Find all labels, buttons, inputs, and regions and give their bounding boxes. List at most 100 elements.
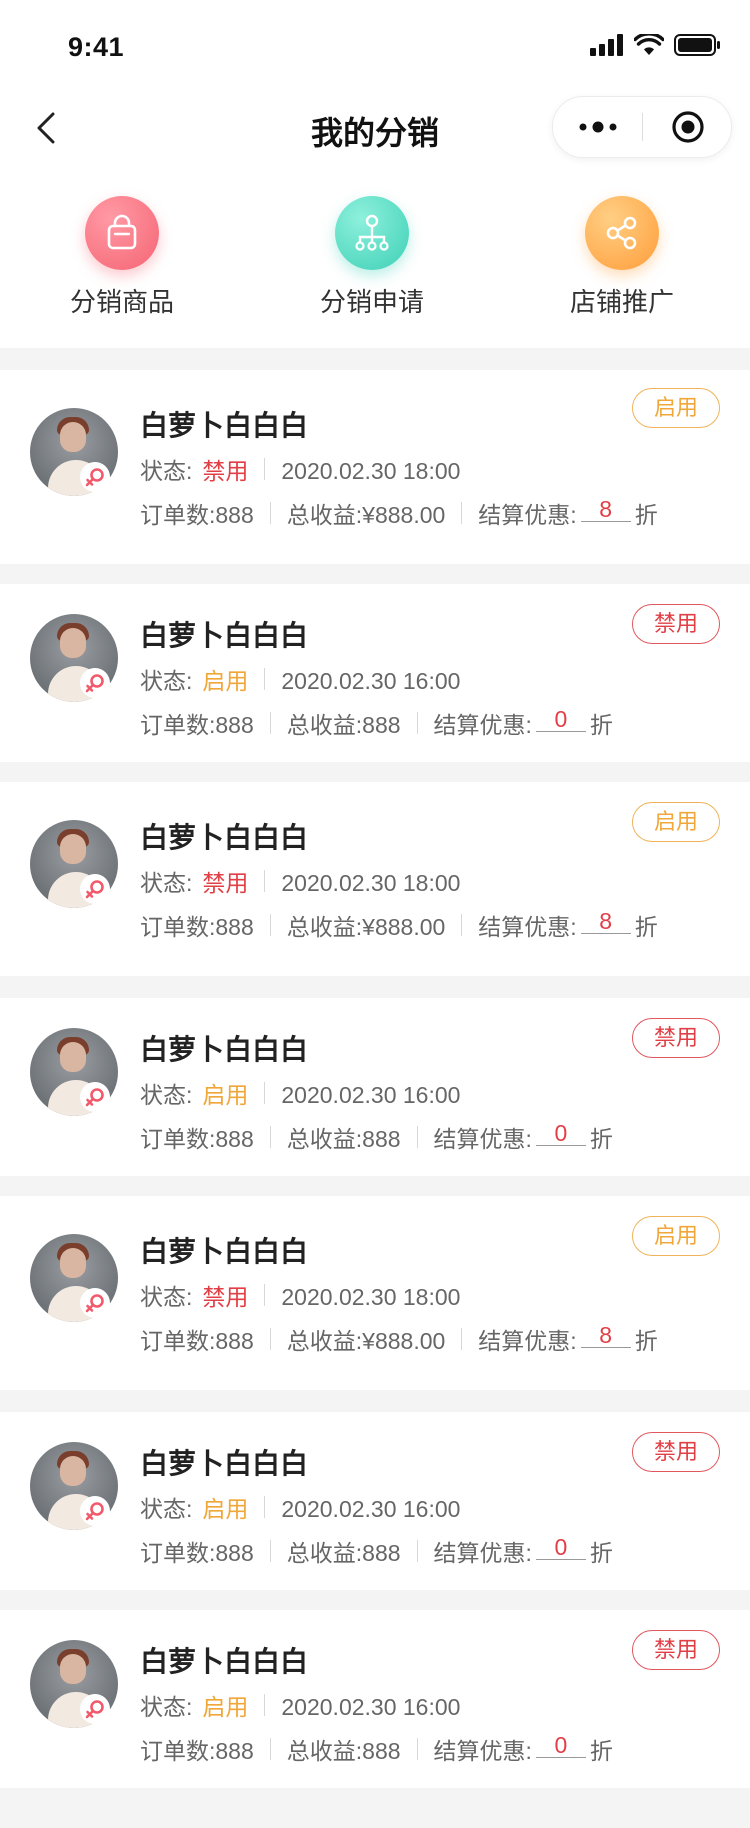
distributor-name: 白萝卜白白白 (140, 620, 309, 651)
avatar-head (60, 1456, 86, 1486)
status-icons (590, 32, 720, 61)
total-revenue: 总收益:888 (286, 1738, 401, 1764)
avatar-head (60, 1042, 86, 1072)
status-row: 状态: 禁用 2020.02.30 18:00 (140, 452, 460, 486)
discount-value[interactable]: 8 (580, 1323, 631, 1348)
disable-button[interactable]: 禁用 (632, 1630, 720, 1670)
disable-button[interactable]: 禁用 (632, 604, 720, 644)
order-count: 订单数:888 (140, 1126, 254, 1152)
enable-button[interactable]: 启用 (632, 1216, 720, 1256)
disable-button[interactable]: 禁用 (632, 1018, 720, 1058)
discount-unit: 折 (589, 712, 613, 738)
status-row: 状态: 启用 2020.02.30 16:00 (140, 1076, 460, 1110)
stats-row: 订单数:888 总收益:¥888.00 结算优惠: 8 折 (140, 908, 658, 942)
battery-icon (674, 34, 720, 61)
datetime: 2020.02.30 18:00 (281, 458, 461, 484)
avatar-head (60, 834, 86, 864)
female-icon (80, 668, 110, 698)
distributor-name: 白萝卜白白白 (140, 1646, 309, 1677)
distributor-name: 白萝卜白白白 (140, 410, 309, 441)
distributor-card: 白萝卜白白白 状态: 禁用 2020.02.30 18:00 订单数:888 总… (0, 1196, 750, 1390)
divider (269, 1738, 271, 1760)
quick-entry-label: 分销商品 (69, 287, 174, 317)
status-time: 9:41 (68, 32, 125, 62)
datetime: 2020.02.30 18:00 (281, 1284, 461, 1310)
status-label: 状态: (140, 668, 193, 694)
avatar-head (60, 1248, 86, 1278)
status-label: 状态: (140, 1496, 193, 1522)
datetime: 2020.02.30 16:00 (281, 668, 461, 694)
status-value: 启用 (202, 1496, 249, 1522)
divider (416, 712, 418, 734)
divider (269, 712, 271, 734)
close-mini-program-button[interactable] (643, 97, 732, 157)
discount-unit: 折 (634, 502, 658, 528)
enable-button[interactable]: 启用 (632, 388, 720, 428)
order-count: 订单数:888 (140, 1328, 254, 1354)
distributor-card: 白萝卜白白白 状态: 启用 2020.02.30 16:00 订单数:888 总… (0, 584, 750, 762)
status-label: 状态: (140, 458, 193, 484)
status-value: 禁用 (202, 1284, 249, 1310)
status-row: 状态: 启用 2020.02.30 16:00 (140, 1490, 460, 1524)
status-value: 禁用 (202, 458, 249, 484)
settlement-label: 结算优惠: (433, 1738, 532, 1764)
avatar-head (60, 1654, 86, 1684)
divider (264, 1284, 266, 1306)
distributor-name: 白萝卜白白白 (140, 1236, 309, 1267)
female-icon (80, 1288, 110, 1318)
discount-unit: 折 (589, 1540, 613, 1566)
status-label: 状态: (140, 1284, 193, 1310)
quick-entry-distribution-application[interactable]: 分销申请 (292, 196, 452, 319)
discount-value[interactable]: 0 (535, 707, 586, 732)
quick-entry-shop-promotion[interactable]: 店铺推广 (542, 196, 702, 319)
divider (269, 1126, 271, 1148)
divider (416, 1126, 418, 1148)
discount-value[interactable]: 0 (535, 1121, 586, 1146)
hierarchy-icon (335, 196, 409, 270)
settlement-label: 结算优惠: (433, 712, 532, 738)
female-icon (80, 1694, 110, 1724)
discount-unit: 折 (634, 1328, 658, 1354)
settlement-label: 结算优惠: (478, 502, 577, 528)
distributor-card: 白萝卜白白白 状态: 启用 2020.02.30 16:00 订单数:888 总… (0, 998, 750, 1176)
total-revenue: 总收益:¥888.00 (286, 914, 446, 940)
order-count: 订单数:888 (140, 914, 254, 940)
status-label: 状态: (140, 1694, 193, 1720)
status-bar: 9:41 (0, 0, 750, 96)
discount-value[interactable]: 0 (535, 1733, 586, 1758)
discount-value[interactable]: 0 (535, 1535, 586, 1560)
enable-button[interactable]: 启用 (632, 802, 720, 842)
status-value: 启用 (202, 668, 249, 694)
discount-value[interactable]: 8 (580, 497, 631, 522)
discount-unit: 折 (589, 1126, 613, 1152)
divider (461, 914, 463, 936)
female-icon (80, 1082, 110, 1112)
settlement-label: 结算优惠: (478, 914, 577, 940)
stats-row: 订单数:888 总收益:888 结算优惠: 0 折 (140, 1120, 613, 1154)
signal-icon (590, 34, 624, 61)
discount-value[interactable]: 8 (580, 909, 631, 934)
datetime: 2020.02.30 16:00 (281, 1694, 461, 1720)
disable-button[interactable]: 禁用 (632, 1432, 720, 1472)
divider (264, 870, 266, 892)
stats-row: 订单数:888 总收益:888 结算优惠: 0 折 (140, 1732, 613, 1766)
share-icon (585, 196, 659, 270)
shopping-bag-icon (85, 196, 159, 270)
stats-row: 订单数:888 总收益:¥888.00 结算优惠: 8 折 (140, 1322, 658, 1356)
stats-row: 订单数:888 总收益:888 结算优惠: 0 折 (140, 1534, 613, 1568)
more-button[interactable] (553, 97, 642, 157)
divider (264, 1496, 266, 1518)
quick-entry-distribution-products[interactable]: 分销商品 (42, 196, 202, 319)
total-revenue: 总收益:¥888.00 (286, 1328, 446, 1354)
distributor-name: 白萝卜白白白 (140, 822, 309, 853)
quick-entry-label: 分销申请 (319, 287, 424, 317)
distributor-name: 白萝卜白白白 (140, 1034, 309, 1065)
distributor-name: 白萝卜白白白 (140, 1448, 309, 1479)
status-value: 禁用 (202, 870, 249, 896)
mini-program-capsule (552, 96, 732, 158)
divider (264, 458, 266, 480)
datetime: 2020.02.30 16:00 (281, 1082, 461, 1108)
status-row: 状态: 启用 2020.02.30 16:00 (140, 1688, 460, 1722)
discount-unit: 折 (634, 914, 658, 940)
female-icon (80, 874, 110, 904)
